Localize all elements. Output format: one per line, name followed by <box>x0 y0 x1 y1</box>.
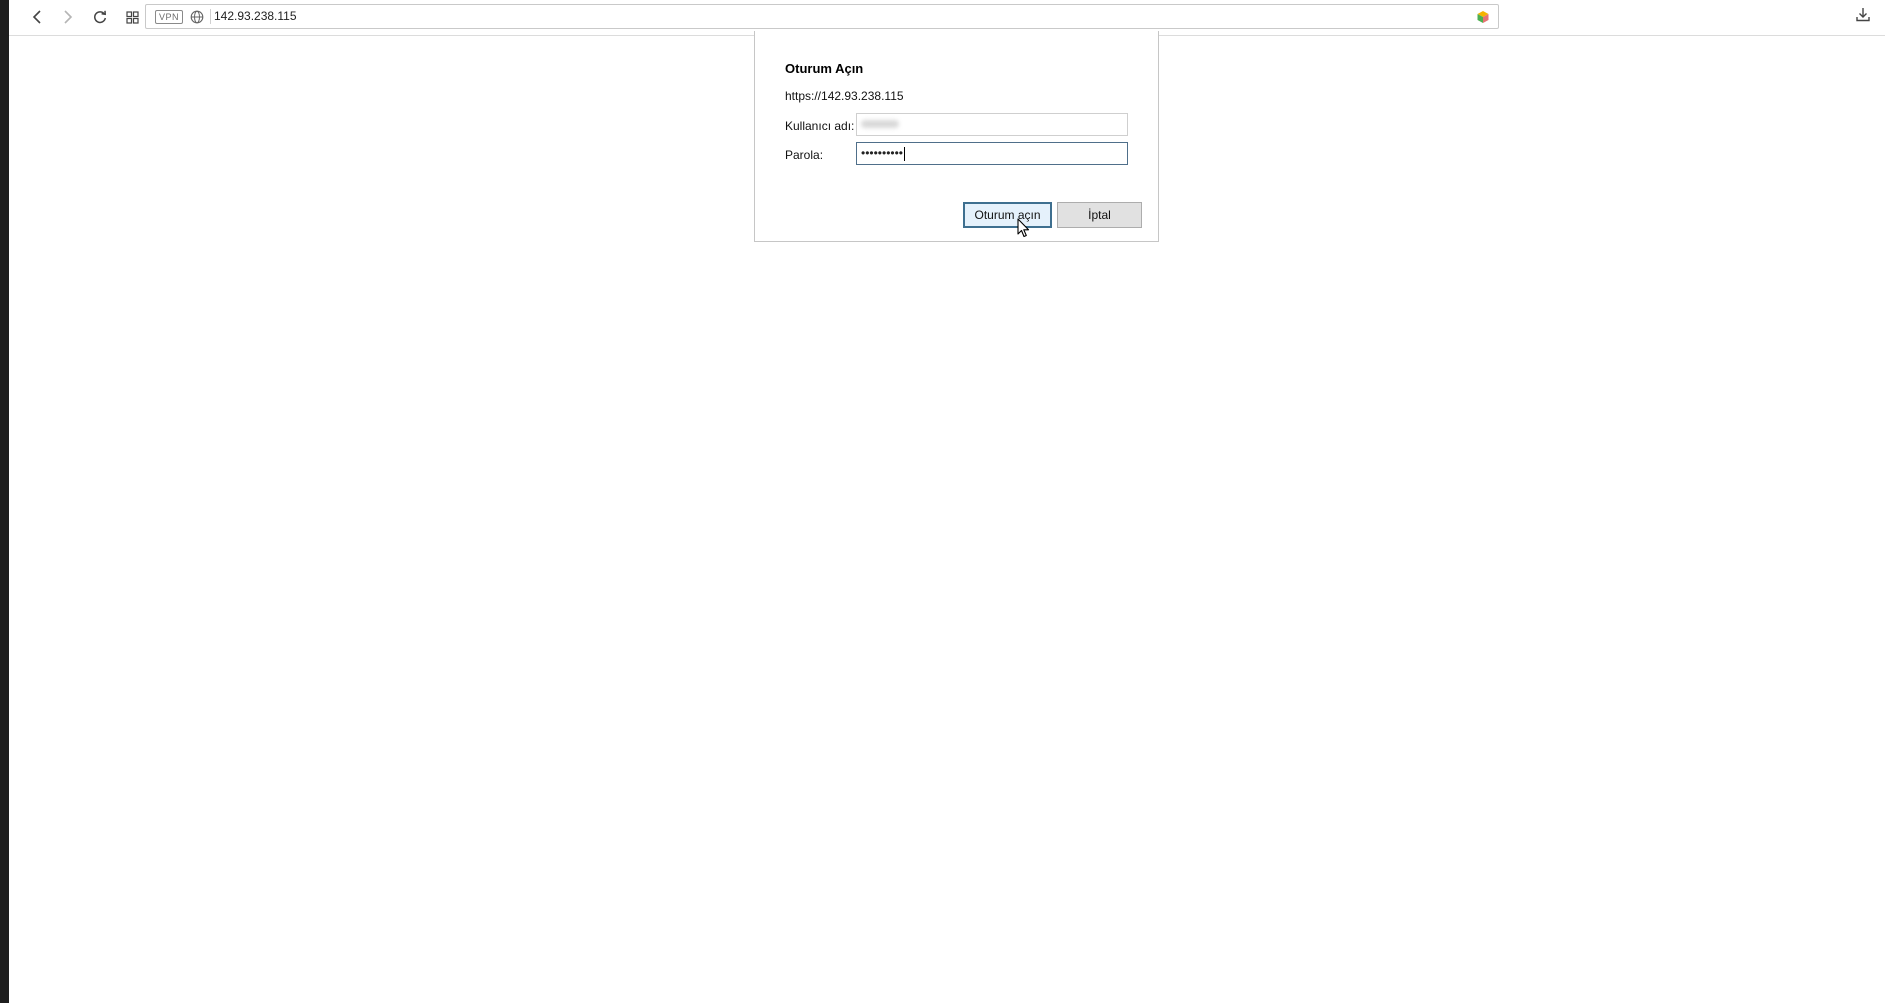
desktop-edge <box>0 0 9 1003</box>
address-divider <box>210 9 211 24</box>
login-dialog: Oturum Açın https://142.93.238.115 Kulla… <box>754 31 1159 242</box>
globe-icon[interactable] <box>190 10 204 29</box>
username-value-blurred <box>861 120 899 128</box>
vpn-badge[interactable]: VPN <box>155 10 184 24</box>
address-input[interactable]: 142.93.238.115 <box>214 5 297 28</box>
password-label: Parola: <box>785 148 824 162</box>
username-field[interactable] <box>856 113 1128 136</box>
dialog-title: Oturum Açın <box>785 61 864 76</box>
download-icon <box>1856 7 1870 27</box>
reload-icon <box>93 10 107 24</box>
password-mask: •••••••••• <box>861 146 904 160</box>
browser-window: VPN 142.93.238.115 Oturum Açın https://1… <box>9 0 1885 1003</box>
cancel-button[interactable]: İptal <box>1057 202 1142 228</box>
forward-button[interactable] <box>56 6 80 28</box>
username-label: Kullanıcı adı: <box>785 119 855 133</box>
reload-button[interactable] <box>88 6 112 28</box>
login-button[interactable]: Oturum açın <box>963 202 1052 228</box>
back-button[interactable] <box>25 6 49 28</box>
extension-icon[interactable] <box>1476 10 1490 29</box>
password-field[interactable]: •••••••••• <box>856 142 1128 165</box>
address-bar[interactable]: VPN 142.93.238.115 <box>145 4 1499 29</box>
text-caret <box>904 146 906 161</box>
dialog-url: https://142.93.238.115 <box>785 89 904 103</box>
mouse-pointer-icon <box>1017 218 1030 243</box>
tab-overview-button[interactable] <box>120 6 144 28</box>
tab-grid-icon <box>125 10 139 24</box>
download-button[interactable] <box>1852 6 1874 28</box>
back-arrow-icon <box>32 10 42 24</box>
forward-arrow-icon <box>63 10 73 24</box>
